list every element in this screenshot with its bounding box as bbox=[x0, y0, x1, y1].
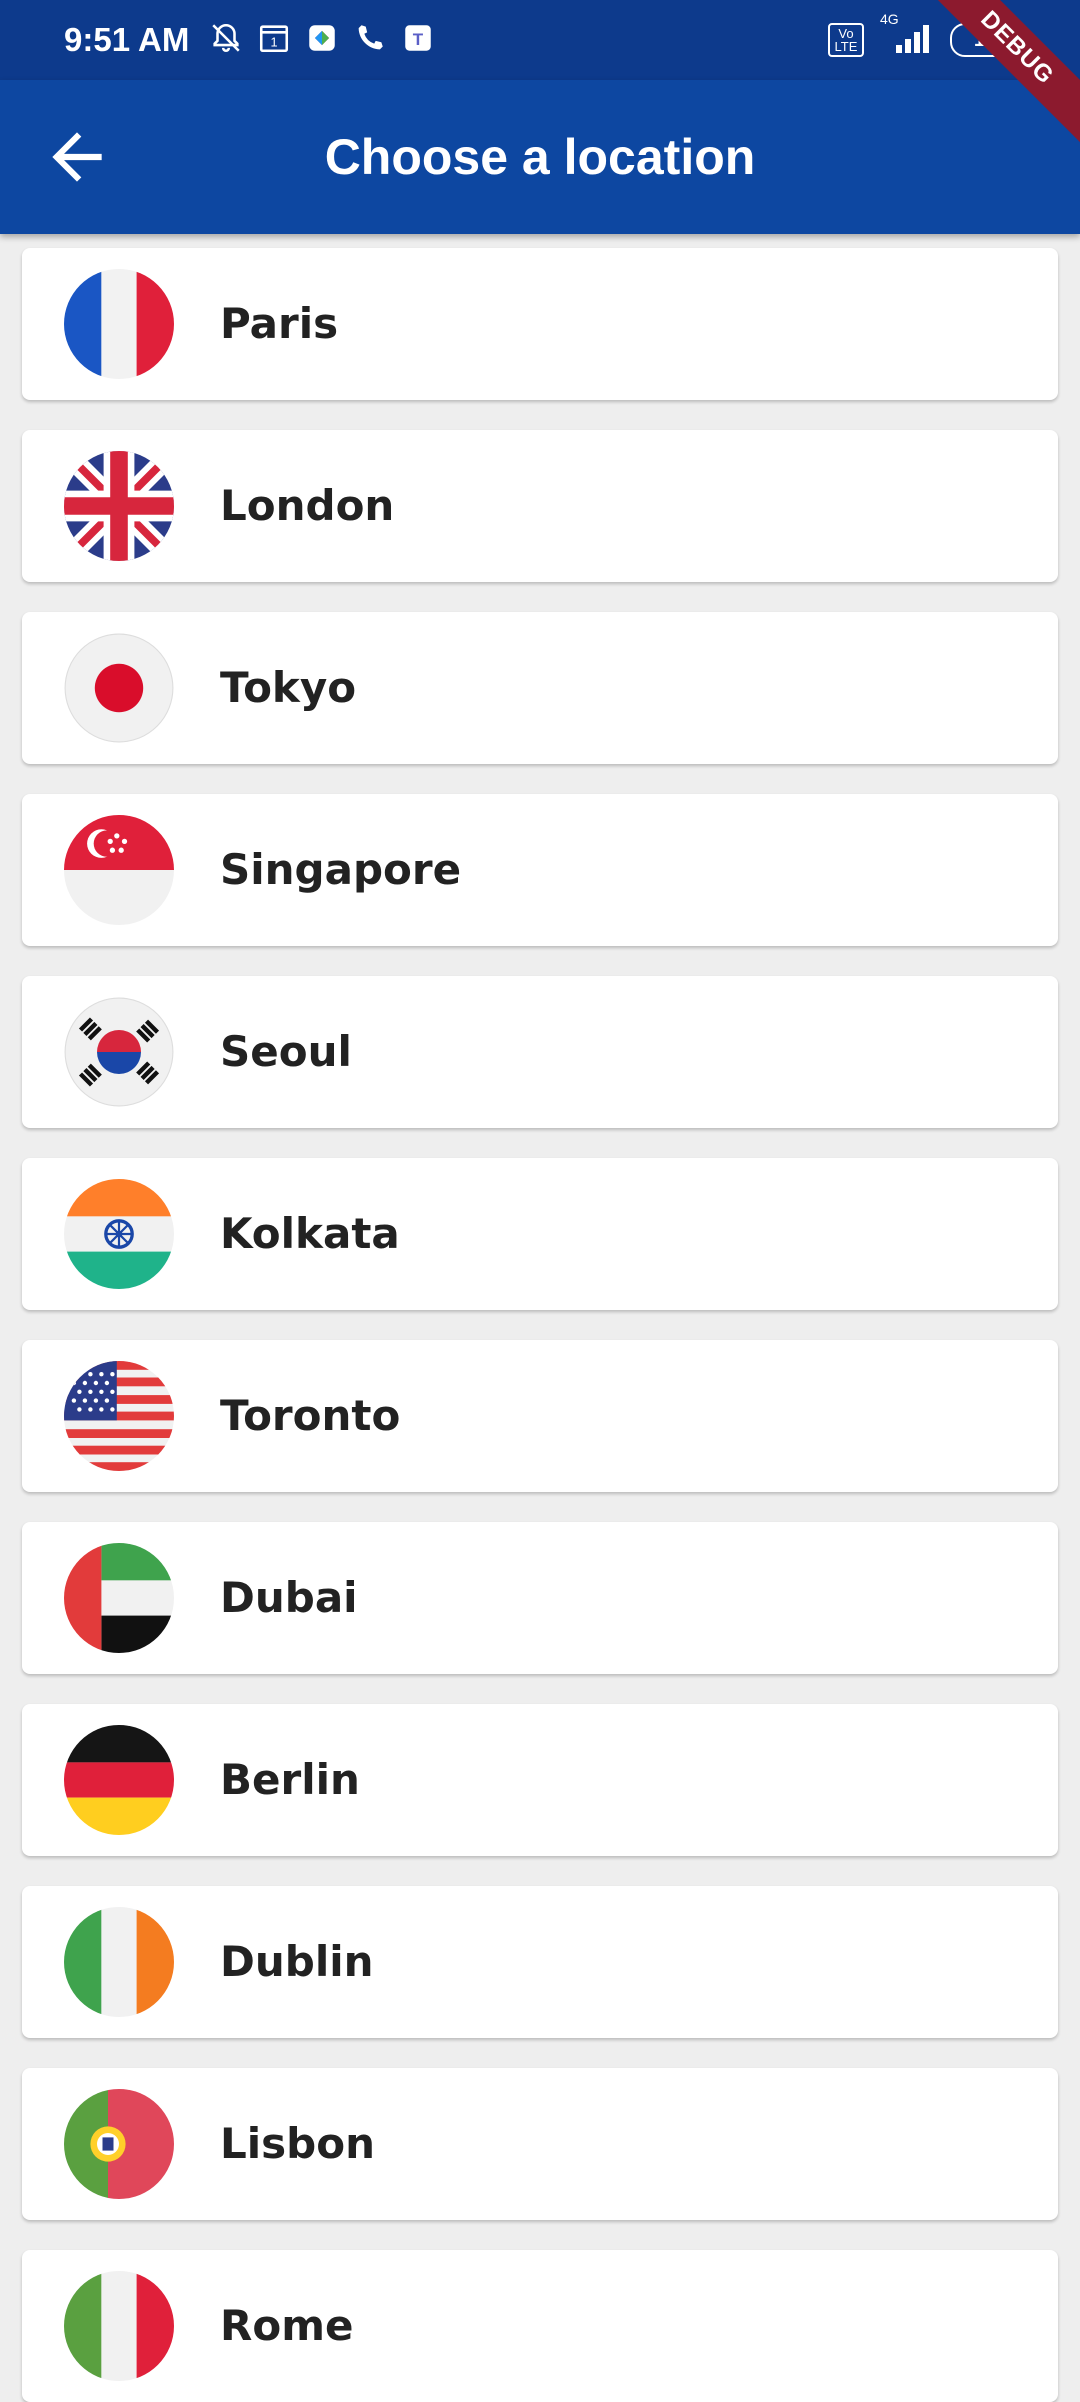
city-name: Singapore bbox=[220, 845, 462, 894]
teams-icon: T bbox=[401, 21, 435, 59]
bell-off-icon bbox=[209, 21, 243, 59]
city-name: Kolkata bbox=[220, 1209, 400, 1258]
south-korea-flag-icon bbox=[64, 997, 174, 1107]
city-name: Rome bbox=[220, 2301, 354, 2350]
city-name: Tokyo bbox=[220, 663, 357, 712]
location-item-seoul[interactable]: Seoul bbox=[22, 976, 1058, 1128]
city-name: London bbox=[220, 481, 395, 530]
city-name: Dublin bbox=[220, 1937, 374, 1986]
signal-icon: 4G bbox=[878, 11, 936, 59]
city-name: Toronto bbox=[220, 1391, 401, 1440]
location-item-dublin[interactable]: Dublin bbox=[22, 1886, 1058, 2038]
location-item-rome[interactable]: Rome bbox=[22, 2250, 1058, 2402]
svg-text:1: 1 bbox=[271, 35, 278, 50]
singapore-flag-icon bbox=[64, 815, 174, 925]
location-item-lisbon[interactable]: Lisbon bbox=[22, 2068, 1058, 2220]
japan-flag-icon bbox=[64, 633, 174, 743]
uk-flag-icon bbox=[64, 451, 174, 561]
network-type-label: 4G bbox=[880, 11, 899, 27]
ireland-flag-icon bbox=[64, 1907, 174, 2017]
app-notification-icon bbox=[305, 21, 339, 59]
germany-flag-icon bbox=[64, 1725, 174, 1835]
phone-icon bbox=[353, 21, 387, 59]
city-name: Paris bbox=[220, 299, 339, 348]
location-item-kolkata[interactable]: Kolkata bbox=[22, 1158, 1058, 1310]
portugal-flag-icon bbox=[64, 2089, 174, 2199]
svg-text:T: T bbox=[413, 30, 424, 49]
volte-icon: Vo LTE bbox=[828, 23, 864, 57]
status-notification-icons: 1 T bbox=[209, 21, 449, 59]
status-time: 9:51 AM bbox=[64, 21, 190, 58]
france-flag-icon bbox=[64, 269, 174, 379]
india-flag-icon bbox=[64, 1179, 174, 1289]
city-name: Seoul bbox=[220, 1027, 352, 1076]
page-title: Choose a location bbox=[324, 129, 756, 185]
location-item-toronto[interactable]: Toronto bbox=[22, 1340, 1058, 1492]
city-name: Berlin bbox=[220, 1755, 360, 1804]
calendar-icon: 1 bbox=[257, 21, 291, 59]
app-bar: Choose a location bbox=[0, 80, 1080, 234]
status-bar: 9:51 AM 1 T Vo LTE 4G 17 bbox=[0, 0, 1080, 80]
location-item-london[interactable]: London bbox=[22, 430, 1058, 582]
location-item-tokyo[interactable]: Tokyo bbox=[22, 612, 1058, 764]
city-name: Lisbon bbox=[220, 2119, 375, 2168]
location-item-paris[interactable]: Paris bbox=[22, 248, 1058, 400]
location-item-dubai[interactable]: Dubai bbox=[22, 1522, 1058, 1674]
uae-flag-icon bbox=[64, 1543, 174, 1653]
italy-flag-icon bbox=[64, 2271, 174, 2381]
location-item-singapore[interactable]: Singapore bbox=[22, 794, 1058, 946]
usa-flag-icon bbox=[64, 1361, 174, 1471]
location-item-berlin[interactable]: Berlin bbox=[22, 1704, 1058, 1856]
city-name: Dubai bbox=[220, 1573, 358, 1622]
